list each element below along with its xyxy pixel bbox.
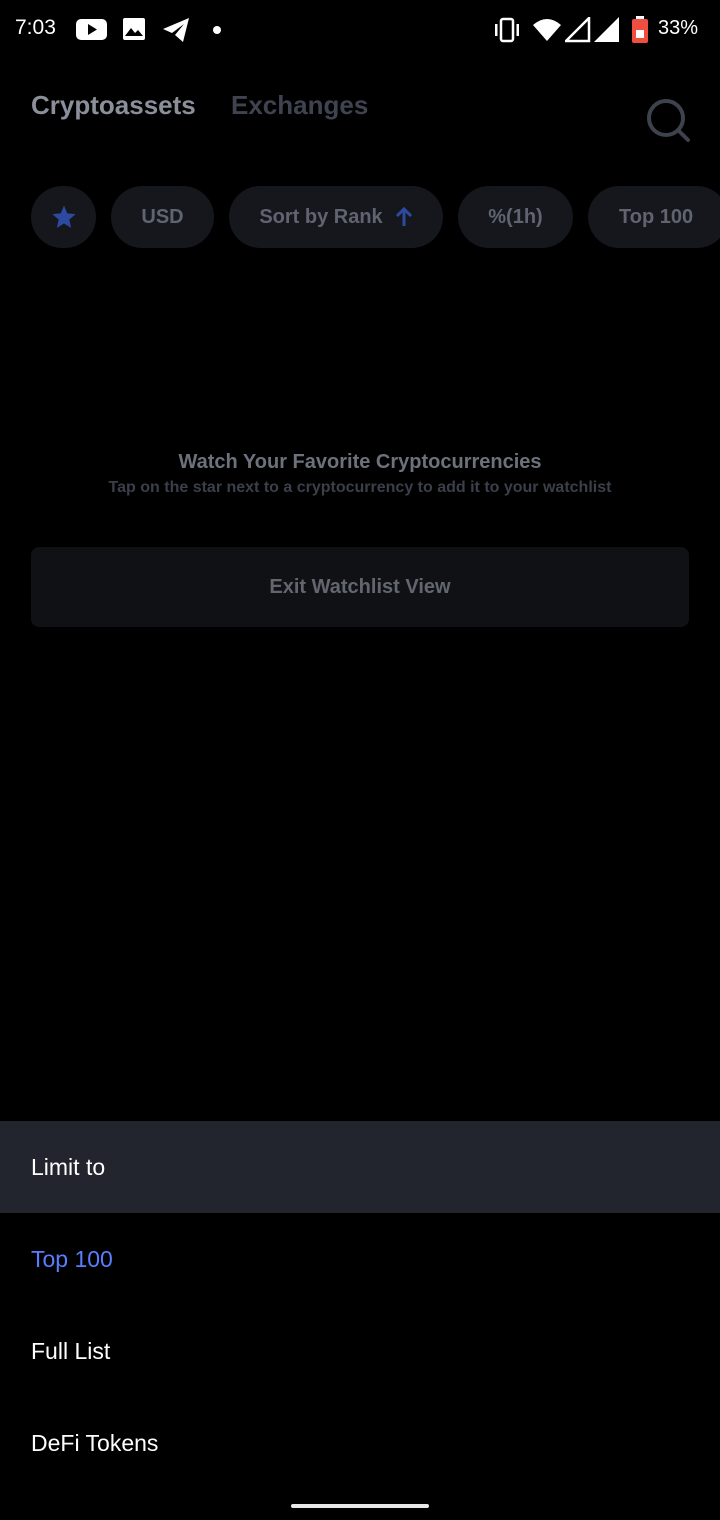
exit-watchlist-button[interactable]: Exit Watchlist View — [31, 547, 689, 627]
dot-icon — [213, 26, 221, 34]
wifi-icon — [533, 19, 561, 41]
gallery-icon — [123, 18, 145, 40]
exit-watchlist-label: Exit Watchlist View — [269, 575, 451, 598]
option-label: Top 100 — [31, 1246, 113, 1272]
option-defi-tokens[interactable]: DeFi Tokens — [0, 1397, 720, 1489]
telegram-icon — [163, 18, 189, 42]
limit-button[interactable]: Top 100 — [588, 186, 720, 248]
home-indicator[interactable] — [291, 1504, 429, 1508]
option-full-list[interactable]: Full List — [0, 1305, 720, 1397]
currency-label: USD — [141, 205, 184, 228]
sort-label: Sort by Rank — [259, 205, 383, 228]
option-label: DeFi Tokens — [31, 1430, 159, 1456]
empty-state-subtitle: Tap on the star next to a cryptocurrency… — [108, 479, 612, 496]
limit-label: Top 100 — [619, 205, 694, 228]
tab-exchanges[interactable]: Exchanges — [231, 90, 368, 121]
sheet-header: Limit to — [0, 1121, 720, 1213]
option-top-100[interactable]: Top 100 — [0, 1213, 720, 1305]
battery-icon — [632, 16, 648, 43]
status-bar: 7:03 33% — [0, 0, 720, 62]
currency-button[interactable]: USD — [111, 186, 214, 248]
filter-bar: USD Sort by Rank %(1h) Top 100 — [0, 186, 720, 248]
option-label: Full List — [31, 1338, 111, 1364]
search-icon[interactable] — [644, 96, 692, 144]
signal-icon — [594, 17, 619, 42]
tab-cryptoassets[interactable]: Cryptoassets — [31, 90, 196, 121]
vibrate-icon — [495, 17, 519, 43]
star-icon — [51, 205, 76, 228]
battery-percent: 33% — [658, 17, 699, 39]
signal-icon — [565, 17, 591, 43]
arrow-up-icon — [395, 207, 412, 226]
watchlist-toggle-button[interactable] — [31, 186, 96, 248]
change-period-label: %(1h) — [488, 205, 543, 228]
status-time: 7:03 — [15, 16, 56, 39]
sheet-title: Limit to — [31, 1154, 106, 1180]
sort-button[interactable]: Sort by Rank — [229, 186, 443, 248]
limit-bottom-sheet: Limit to Top 100 Full List DeFi Tokens — [0, 1121, 720, 1520]
change-period-button[interactable]: %(1h) — [458, 186, 573, 248]
youtube-icon — [76, 19, 107, 40]
empty-state-title: Watch Your Favorite Cryptocurrencies — [178, 451, 542, 473]
